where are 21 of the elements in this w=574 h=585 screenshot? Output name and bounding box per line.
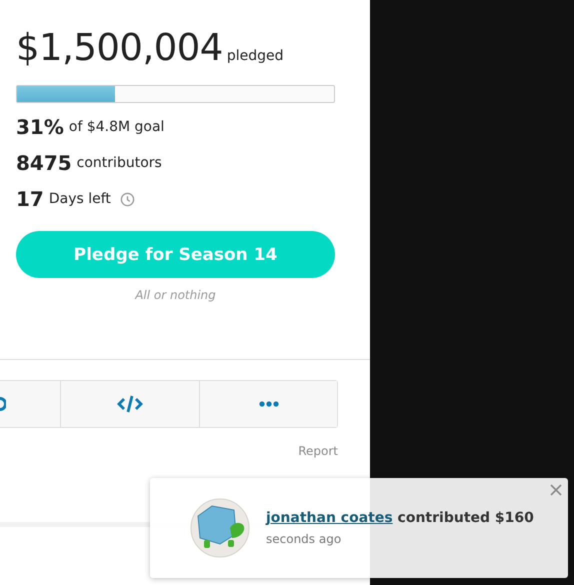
toast-time: seconds ago bbox=[266, 532, 342, 546]
pledge-button[interactable]: Pledge for Season 14 bbox=[16, 231, 335, 278]
close-button[interactable] bbox=[548, 482, 564, 498]
close-icon bbox=[550, 484, 562, 496]
stat-value: 31% bbox=[16, 115, 64, 139]
more-icon bbox=[258, 401, 278, 407]
contribution-message: jonathan coates contributed $160 bbox=[266, 510, 534, 526]
stat-value: 8475 bbox=[16, 151, 72, 175]
contributor-link[interactable]: jonathan coates bbox=[266, 510, 393, 526]
clock-icon bbox=[120, 192, 135, 206]
report-link[interactable]: Report bbox=[298, 444, 338, 458]
stat-label: of $4.8M goal bbox=[68, 119, 164, 135]
code-icon bbox=[117, 395, 143, 413]
pledged-amount: $1,500,004 bbox=[16, 26, 223, 69]
stat-label: contributors bbox=[76, 155, 162, 171]
pledged-label: pledged bbox=[226, 48, 284, 64]
stat-label: Days left bbox=[48, 191, 111, 207]
stat-value: 17 bbox=[16, 187, 44, 211]
avatar-icon bbox=[190, 498, 250, 558]
share-button[interactable] bbox=[0, 381, 61, 427]
funding-note: All or nothing bbox=[135, 288, 216, 302]
